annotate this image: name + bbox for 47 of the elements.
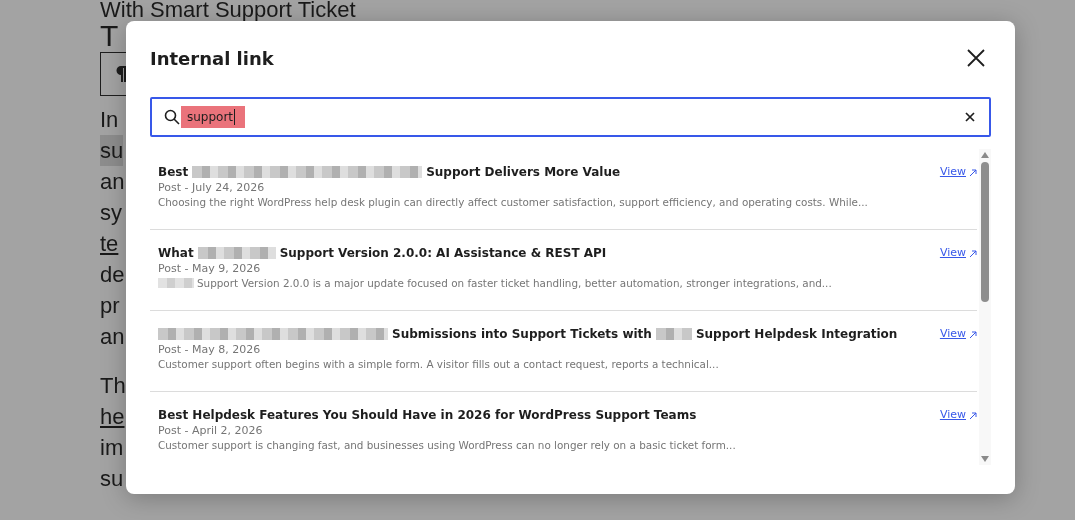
scrollbar[interactable]: [979, 149, 991, 465]
external-link-icon: [969, 250, 977, 258]
paragraph-icon: [115, 65, 129, 83]
page-text: In: [100, 106, 119, 134]
redacted-block: [158, 278, 194, 288]
page-text: su: [100, 135, 124, 166]
page-text: an: [100, 168, 125, 196]
result-title[interactable]: What: [158, 245, 194, 260]
page-heading: With Smart Support Ticket: [100, 0, 357, 20]
page-text: pr: [100, 292, 120, 320]
page-text: Th: [100, 372, 126, 400]
page-text: sy: [100, 199, 122, 227]
result-excerpt: Support Version 2.0.0 is a major update focused on faster ticket handling, better automation, stronger integrations, and...: [197, 277, 832, 289]
page-text: de: [100, 261, 125, 289]
dialog-title: Internal link: [150, 47, 274, 69]
search-field[interactable]: support: [150, 97, 991, 137]
scroll-down-icon[interactable]: [981, 456, 989, 462]
view-link[interactable]: View: [939, 246, 966, 259]
result-excerpt: Customer support is changing fast, and businesses using WordPress can no longer rely on a basic ticket form...: [158, 439, 736, 451]
result-title[interactable]: Submissions into Support Tickets with: [392, 326, 652, 341]
redacted-block: [655, 327, 692, 340]
search-icon: [164, 109, 180, 125]
result-meta: Post - April 2, 2026: [158, 424, 264, 437]
result-title[interactable]: Support Delivers More Value: [426, 164, 621, 179]
result-meta: Post - July 24, 2026: [158, 181, 266, 194]
page-text: he: [100, 403, 125, 431]
external-link-icon: [969, 412, 977, 420]
result-title[interactable]: Best Helpdesk Features You Should Have in 2026 for WordPress Support Teams: [158, 407, 697, 422]
result-excerpt: Choosing the right WordPress help desk plugin can directly affect customer satisfaction, support efficiency, and operating costs. While...: [158, 196, 868, 208]
page-text: an: [100, 323, 125, 351]
view-link[interactable]: View: [939, 408, 966, 421]
view-link[interactable]: View: [939, 165, 966, 178]
external-link-icon: [969, 331, 977, 339]
result-title[interactable]: Support Version 2.0.0: AI Assistance & REST API: [279, 245, 607, 260]
result-title[interactable]: Best: [158, 164, 189, 179]
clear-button[interactable]: [963, 110, 977, 124]
result-meta: Post - May 8, 2026: [158, 343, 262, 356]
view-link[interactable]: View: [939, 327, 966, 340]
page-text: te: [100, 230, 119, 258]
result-title[interactable]: Support Helpdesk Integration: [695, 326, 898, 341]
external-link-icon: [969, 169, 977, 177]
page-heading: T: [100, 20, 120, 52]
result-meta: Post - May 9, 2026: [158, 262, 262, 275]
scroll-up-icon[interactable]: [981, 152, 989, 158]
result-excerpt: Customer support often begins with a simple form. A visitor fills out a contact request, reports a technical...: [158, 358, 719, 370]
page-text: su: [100, 465, 124, 493]
page-text: im: [100, 434, 124, 462]
